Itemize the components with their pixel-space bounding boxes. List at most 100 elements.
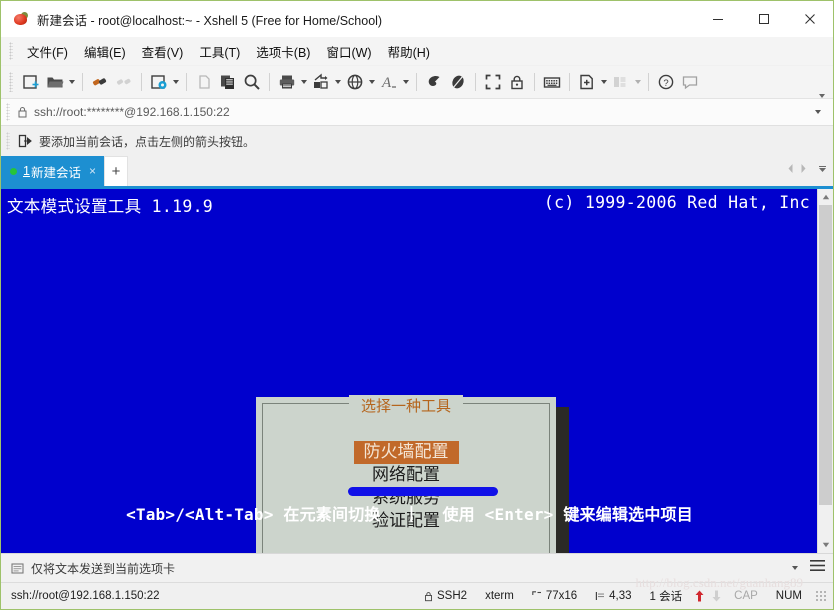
cut-icon bbox=[192, 70, 216, 94]
status-arrow-up-icon bbox=[691, 590, 708, 602]
status-sessions: 1 会话 bbox=[649, 591, 683, 603]
help-icon[interactable]: ? bbox=[654, 70, 678, 94]
terminal-scrollbar[interactable] bbox=[817, 189, 833, 553]
tab-list-chevron-down-icon[interactable] bbox=[818, 161, 827, 179]
scrollbar-thumb[interactable] bbox=[819, 205, 832, 505]
address-chevron-down-icon[interactable] bbox=[813, 110, 823, 114]
chevron-right-icon[interactable] bbox=[799, 161, 808, 179]
globe-icon[interactable] bbox=[343, 70, 367, 94]
session-properties-chevron-down-icon[interactable] bbox=[173, 80, 179, 84]
title-bar: 新建会话 - root@localhost:~ - Xshell 5 (Free… bbox=[1, 1, 833, 37]
menu-window[interactable]: 窗口(W) bbox=[318, 39, 379, 64]
add-session-arrow-icon[interactable] bbox=[18, 134, 32, 148]
open-session-chevron-down-icon[interactable] bbox=[69, 80, 75, 84]
address-bar-grip[interactable] bbox=[6, 103, 10, 121]
connect-icon[interactable] bbox=[88, 70, 112, 94]
toolbar-divider bbox=[416, 73, 417, 91]
search-icon[interactable] bbox=[240, 70, 264, 94]
globe-chevron-down-icon[interactable] bbox=[369, 80, 375, 84]
send-chevron-down-icon[interactable] bbox=[790, 566, 800, 570]
toolbar: A ? bbox=[1, 66, 833, 99]
menu-help[interactable]: 帮助(H) bbox=[380, 39, 438, 64]
menu-grip[interactable] bbox=[9, 42, 13, 60]
toolbar-grip[interactable] bbox=[9, 72, 13, 92]
status-num: NUM bbox=[775, 590, 802, 602]
paste-icon[interactable] bbox=[216, 70, 240, 94]
send-bar: 仅将文本发送到当前选项卡 bbox=[1, 553, 833, 582]
send-bar-controls bbox=[790, 559, 825, 577]
screen-size-icon bbox=[532, 591, 542, 601]
print-chevron-down-icon[interactable] bbox=[301, 80, 307, 84]
terminal-footer-separator: | bbox=[406, 503, 417, 522]
status-indicators: SSH2 xterm 77x16 4,33 1 会话 CAP NUM bbox=[415, 588, 827, 604]
dialog-panel: 选择一种工具 防火墙配置 网络配置 系统服务 验证配置 bbox=[256, 395, 556, 553]
menu-tools[interactable]: 工具(T) bbox=[191, 39, 248, 64]
split-layout-icon bbox=[609, 70, 633, 94]
terminal-screen[interactable]: 文本模式设置工具 1.19.9 (c) 1999-2006 Red Hat, I… bbox=[1, 189, 833, 553]
hamburger-icon[interactable] bbox=[810, 559, 825, 577]
send-target-label[interactable]: 仅将文本发送到当前选项卡 bbox=[31, 560, 175, 577]
feedback-icon[interactable] bbox=[678, 70, 702, 94]
new-session-icon[interactable] bbox=[19, 70, 43, 94]
tab-bar-controls bbox=[786, 156, 827, 183]
window-title: 新建会话 - root@localhost:~ - Xshell 5 (Free… bbox=[37, 13, 383, 28]
bell-icon[interactable] bbox=[422, 70, 446, 94]
menu-tab[interactable]: 选项卡(B) bbox=[248, 39, 318, 64]
terminal-header-copyright: (c) 1999-2006 Red Hat, Inc bbox=[543, 193, 810, 212]
tab-label: 新建会话 bbox=[30, 165, 81, 180]
tab-new-session[interactable]: 1 新建会话 × bbox=[1, 156, 104, 186]
status-size: 77x16 bbox=[523, 590, 586, 602]
add-tab-chevron-down-icon[interactable] bbox=[601, 80, 607, 84]
file-transfer-icon[interactable] bbox=[309, 70, 333, 94]
maximize-button[interactable] bbox=[741, 1, 787, 37]
session-properties-icon[interactable] bbox=[147, 70, 171, 94]
lock-icon bbox=[17, 106, 28, 118]
print-icon[interactable] bbox=[275, 70, 299, 94]
chevron-left-icon[interactable] bbox=[786, 161, 795, 179]
status-arrow-down-icon bbox=[708, 590, 725, 602]
resize-grip[interactable] bbox=[815, 590, 827, 602]
scroll-up-button[interactable] bbox=[818, 189, 833, 205]
lock-icon bbox=[424, 591, 433, 602]
toolbar-divider bbox=[475, 73, 476, 91]
tool-menu-item-network[interactable]: 网络配置 bbox=[362, 464, 450, 487]
minimize-button[interactable] bbox=[695, 1, 741, 37]
open-session-icon[interactable] bbox=[43, 70, 67, 94]
lock-icon[interactable] bbox=[505, 70, 529, 94]
toolbar-divider bbox=[141, 73, 142, 91]
new-tab-button[interactable]: + bbox=[103, 156, 128, 186]
terminal-footer: <Tab>/<Alt-Tab> 在元素间切换 | 使用 <Enter> 键来编辑… bbox=[1, 500, 818, 525]
svg-text:?: ? bbox=[663, 78, 668, 89]
close-button[interactable] bbox=[787, 1, 833, 37]
status-protocol: SSH2 bbox=[415, 590, 476, 602]
terminal-header: 文本模式设置工具 1.19.9 (c) 1999-2006 Red Hat, I… bbox=[7, 193, 810, 217]
hint-text: 要添加当前会话，点击左侧的箭头按钮。 bbox=[39, 134, 256, 149]
tab-index: 1 bbox=[23, 164, 30, 178]
font-chevron-down-icon[interactable] bbox=[403, 80, 409, 84]
font-icon[interactable]: A bbox=[377, 70, 401, 94]
scroll-down-button[interactable] bbox=[818, 537, 833, 553]
highlight-icon[interactable] bbox=[446, 70, 470, 94]
tool-menu-item-firewall[interactable]: 防火墙配置 bbox=[353, 441, 459, 464]
status-bar: http://blog.csdn.net/guanhang89 ssh://ro… bbox=[1, 575, 833, 609]
dialog-title: 选择一种工具 bbox=[348, 395, 464, 416]
address-input[interactable]: ssh://root:********@192.168.1.150:22 bbox=[34, 105, 230, 119]
hint-bar-grip[interactable] bbox=[6, 132, 10, 150]
menu-edit[interactable]: 编辑(E) bbox=[76, 39, 134, 64]
add-tab-icon[interactable] bbox=[575, 70, 599, 94]
status-connection: ssh://root@192.168.1.150:22 bbox=[11, 590, 160, 602]
terminal-header-title: 文本模式设置工具 1.19.9 bbox=[7, 197, 214, 216]
close-icon[interactable]: × bbox=[89, 164, 96, 178]
toolbar-divider bbox=[569, 73, 570, 91]
file-transfer-chevron-down-icon[interactable] bbox=[335, 80, 341, 84]
address-bar: ssh://root:********@192.168.1.150:22 bbox=[1, 99, 833, 126]
window-controls bbox=[695, 1, 833, 37]
split-layout-chevron-down-icon bbox=[635, 80, 641, 84]
terminal-content: 文本模式设置工具 1.19.9 (c) 1999-2006 Red Hat, I… bbox=[1, 189, 818, 553]
send-text-icon[interactable] bbox=[11, 562, 24, 575]
status-cap: CAP bbox=[734, 590, 758, 602]
keyboard-icon[interactable] bbox=[540, 70, 564, 94]
menu-view[interactable]: 查看(V) bbox=[134, 39, 192, 64]
fullscreen-icon[interactable] bbox=[481, 70, 505, 94]
menu-file[interactable]: 文件(F) bbox=[19, 39, 76, 64]
